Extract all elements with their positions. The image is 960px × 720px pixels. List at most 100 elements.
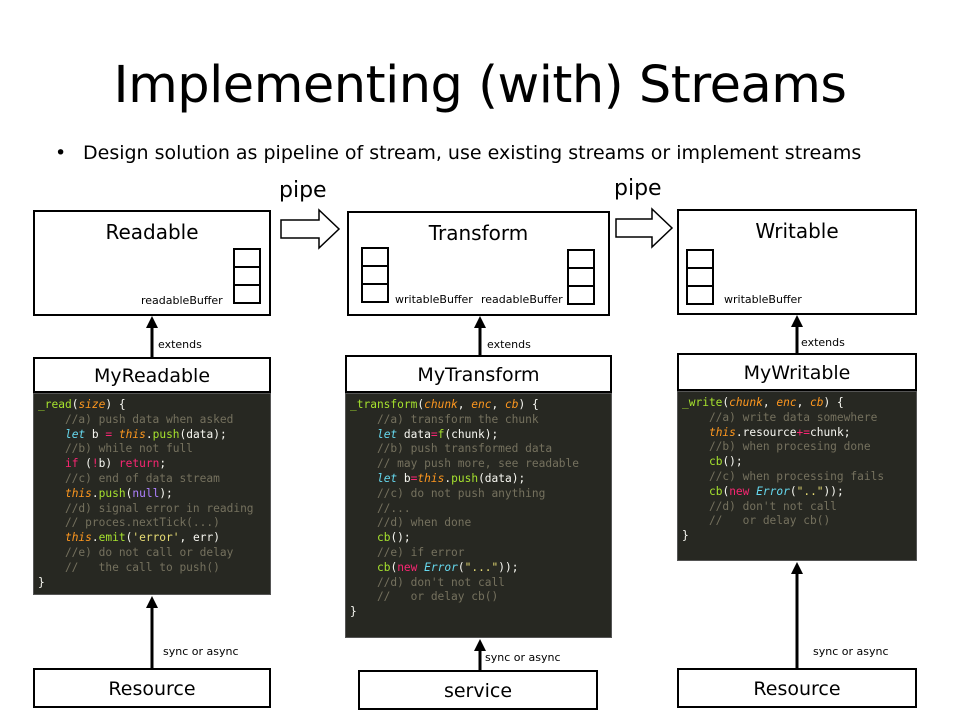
code-token: cb [810, 396, 824, 409]
transform-readable-buffer-stack [567, 249, 595, 305]
writable-code-line: //c) when processing fails [682, 470, 916, 485]
code-token: ) { [518, 398, 539, 411]
readable-code-line: //d) signal error in reading [38, 502, 270, 517]
readable-code-line: this.emit('error', err) [38, 531, 270, 546]
readable-code-line: _read(size) { [38, 398, 270, 413]
code-token: , [796, 396, 811, 409]
transform-code-line: cb(); [350, 531, 611, 546]
code-token: ".." [796, 484, 824, 498]
readable-code-line: let b = this.push(data); [38, 428, 270, 443]
code-token: data [397, 427, 431, 441]
code-token: _write [682, 396, 723, 409]
code-token: this [64, 486, 92, 500]
readable-box: Readable readableBuffer [33, 210, 271, 316]
code-token: //b) push transformed data [350, 442, 553, 456]
code-token: push [98, 486, 126, 500]
writable-buffer-stack [686, 249, 714, 305]
pipe-arrow-1 [280, 208, 341, 250]
code-token: . [91, 486, 99, 500]
code-token: ; [159, 457, 167, 471]
code-token: chunk [424, 398, 458, 411]
code-token: ) { [105, 398, 126, 411]
code-token: cb [376, 531, 391, 545]
writable-code-line: cb(); [682, 455, 916, 470]
transform-service-box: service [358, 670, 598, 710]
code-token: // proces.nextTick(...) [38, 516, 220, 530]
code-token: . [145, 427, 153, 441]
code-token: , err) [179, 531, 220, 545]
pipe-label-1: pipe [279, 178, 327, 203]
transform-code-line: _transform(chunk, enc, cb) { [350, 398, 611, 413]
code-token: this [118, 427, 146, 441]
code-token: push [451, 471, 479, 485]
code-token: (); [390, 531, 411, 545]
code-token: //a) push data when asked [38, 412, 234, 426]
code-token: .resource [735, 425, 797, 439]
code-token: this [708, 425, 736, 439]
code-token: cb [708, 455, 723, 469]
code-token: new [397, 560, 418, 574]
code-token: new [729, 484, 750, 498]
code-token: } [38, 575, 45, 589]
writable-code-line: _write(chunk, enc, cb) { [682, 396, 916, 411]
readable-code-line: //c) end of data stream [38, 472, 270, 487]
code-token: chunk; [810, 425, 851, 439]
mytransform-code: _transform(chunk, enc, cb) { //a) transf… [345, 393, 612, 638]
code-token: //d) don't not call [350, 575, 505, 589]
readable-code-line: this.push(null); [38, 487, 270, 502]
code-token: _read [38, 398, 72, 411]
code-token: chunk [729, 396, 763, 409]
code-token: //c) do not push anything [350, 486, 546, 500]
mywritable-code: _write(chunk, enc, cb) { //a) write data… [677, 391, 917, 561]
code-token: . [91, 531, 99, 545]
code-token: "..." [464, 560, 499, 574]
code-token: enc [776, 396, 797, 409]
code-token: this [64, 531, 92, 545]
code-token: cb [376, 560, 391, 574]
myreadable-code: _read(size) { //a) push data when asked … [33, 393, 271, 595]
readable-code-line: if (!b) return; [38, 457, 270, 472]
writable-sync-label: sync or async [813, 645, 889, 658]
code-token: (data); [179, 427, 227, 441]
code-token: //e) if error [350, 545, 465, 559]
readable-resource-label: Resource [108, 678, 196, 700]
code-token: ( [78, 457, 92, 471]
code-token: += [796, 425, 811, 439]
transform-code-line: cb(new Error("...")); [350, 561, 611, 576]
transform-writable-buffer-stack [361, 247, 389, 303]
transform-code-line: //... [350, 502, 611, 517]
readable-code-line: //b) while not full [38, 442, 270, 457]
code-token: b) [98, 457, 119, 471]
writable-resource-box: Resource [677, 668, 917, 708]
code-token: //b) while not full [38, 442, 193, 456]
transform-code-line: // or delay cb() [350, 590, 611, 605]
code-token: ! [91, 457, 99, 471]
code-token: ) { [823, 396, 844, 409]
code-token: //a) transform the chunk [350, 412, 539, 426]
code-token: //c) when processing fails [682, 469, 885, 483]
writable-code-line: //a) write data somewhere [682, 411, 916, 426]
transform-code-line: //c) do not push anything [350, 487, 611, 502]
readable-code-line: // the call to push() [38, 561, 270, 576]
transform-code-line: // may push more, see readable [350, 457, 611, 472]
writable-code-line: //d) don't not call [682, 500, 916, 515]
code-token: // may push more, see readable [350, 457, 580, 471]
transform-service-label: service [443, 680, 513, 702]
code-token: ( [789, 484, 797, 498]
readable-buffer-stack [233, 248, 261, 304]
code-token: null [132, 486, 160, 500]
code-token: _transform [350, 398, 418, 411]
transform-code-line: let b=this.push(data); [350, 472, 611, 487]
writable-code-line: //b) when procesing done [682, 440, 916, 455]
transform-writable-buffer-label: writableBuffer [395, 293, 473, 306]
